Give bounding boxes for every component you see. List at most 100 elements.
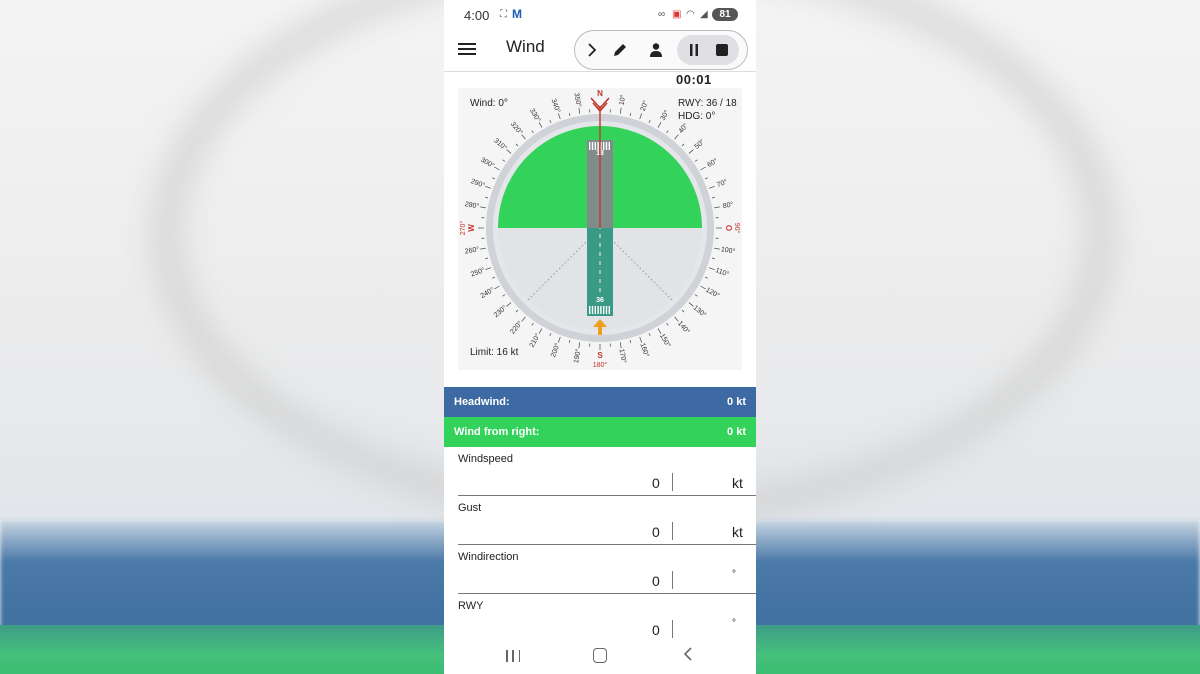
status-bar: 4:00 ⛶ M ∞ ▣ ◠ ◢ 81 (444, 0, 756, 30)
wifi-icon: ◠ (686, 9, 695, 20)
degree-label: 100° (720, 245, 736, 255)
compass-tick (557, 113, 561, 120)
degree-label: 80° (722, 200, 734, 210)
compass-tick (708, 267, 715, 271)
compass-tick (619, 342, 622, 349)
compass-tick (538, 328, 543, 334)
headwind-row: Headwind: 0 kt (444, 387, 756, 417)
phone-screen: 4:00 ⛶ M ∞ ▣ ◠ ◢ 81 Wind 00:01 10° 20° 3… (444, 0, 756, 674)
windspeed-label: Windspeed (458, 453, 514, 465)
compass-tick (648, 120, 651, 124)
menu-icon[interactable] (458, 40, 476, 56)
compass-tick (506, 149, 512, 154)
compass-tick (568, 112, 571, 117)
elapsed-timer: 00:01 (676, 72, 712, 87)
compass-tick (681, 309, 685, 313)
compass-tick (711, 257, 716, 260)
degree-label: 240° (479, 286, 496, 300)
degree-label: 260° (464, 245, 480, 255)
text-cursor (672, 522, 673, 540)
windspeed-field[interactable]: Windspeed 0 kt (458, 447, 756, 496)
compass-tick (502, 159, 506, 162)
text-cursor (672, 620, 673, 638)
runway-threshold-top (608, 142, 610, 150)
wind-direction-unit: ° (732, 569, 736, 580)
compass-tick (714, 206, 721, 209)
runway-threshold-bottom (605, 306, 608, 314)
person-icon[interactable] (645, 39, 667, 61)
runway-threshold-top (603, 142, 605, 150)
degree-label: 210° (528, 332, 542, 349)
runway-field[interactable]: RWY 0 ° (458, 594, 756, 643)
degree-label: 310° (492, 137, 508, 153)
compass-tick (700, 166, 706, 171)
compass-tick (674, 316, 679, 322)
cardinal-east-letter: O (724, 225, 733, 231)
compass-tick (568, 339, 571, 344)
compass-tick (506, 302, 512, 307)
status-time: 4:00 (464, 8, 490, 23)
stop-icon[interactable] (711, 39, 733, 61)
wind-direction-label: Windirection (458, 551, 519, 563)
degree-label: 230° (492, 304, 508, 320)
crosswind-value: 0 kt (727, 426, 746, 438)
compass-tick (657, 328, 662, 334)
back-icon[interactable] (682, 645, 694, 668)
wind-direction-input[interactable]: 0 (652, 573, 660, 589)
compass-tick (681, 143, 685, 147)
windspeed-input[interactable]: 0 (652, 475, 660, 491)
windspeed-unit: kt (732, 475, 743, 491)
degree-label: 60° (706, 157, 719, 169)
runway-threshold-bottom (589, 306, 591, 314)
compass-tick (492, 276, 496, 279)
gust-unit: kt (732, 524, 743, 540)
compass-tick (704, 276, 708, 279)
runway-threshold-top (589, 142, 591, 150)
pencil-icon[interactable] (609, 39, 631, 61)
compass-tick (485, 267, 492, 271)
cardinal-south-degrees: 180° (593, 361, 608, 369)
cardinal-west-letter: W (467, 224, 476, 232)
recent-apps-icon[interactable] (506, 650, 520, 662)
runway-threshold-bottom (594, 306, 596, 314)
compass-tick (694, 159, 698, 162)
compass-tick (578, 107, 581, 114)
cardinal-east-degrees: 90° (733, 223, 741, 234)
compass-tick (619, 107, 622, 114)
wind-direction-field[interactable]: Windirection 0 ° (458, 545, 756, 594)
gust-field[interactable]: Gust 0 kt (458, 496, 756, 545)
runway-threshold-top (591, 142, 594, 150)
degree-label: 200° (549, 342, 562, 359)
degree-label: 250° (470, 266, 487, 279)
app-bar: Wind (444, 30, 756, 72)
gust-label: Gust (458, 502, 482, 514)
compass-tick (688, 302, 694, 307)
chevron-right-icon[interactable] (581, 39, 603, 61)
compass-tick (704, 177, 708, 180)
compass-tick (494, 285, 500, 290)
compass-tick (666, 130, 669, 134)
cast-icon: ▣ (672, 9, 682, 20)
degree-label: 30° (659, 109, 671, 122)
gmail-icon: M (512, 7, 522, 21)
compass-tick (494, 166, 500, 171)
link-icon: ∞ (658, 9, 666, 20)
crosswind-limit-readout: Limit: 16 kt (470, 347, 519, 358)
degree-label: 150° (658, 332, 672, 349)
degree-label: 170° (618, 348, 628, 364)
gust-input[interactable]: 0 (652, 524, 660, 540)
runway-input[interactable]: 0 (652, 622, 660, 638)
degree-label: 40° (677, 122, 690, 135)
runway-threshold-top (594, 142, 596, 150)
text-cursor (672, 571, 673, 589)
pause-icon[interactable] (683, 39, 705, 61)
compass-tick (714, 247, 721, 250)
battery-indicator: 81 (712, 8, 738, 21)
runway-threshold-bottom (600, 306, 602, 314)
compass-tick (515, 143, 519, 147)
home-icon[interactable] (593, 648, 607, 663)
wind-marker-icon (590, 97, 610, 113)
compass-tick (538, 122, 543, 128)
compass-tick (557, 336, 561, 343)
degree-label: 300° (479, 156, 496, 170)
